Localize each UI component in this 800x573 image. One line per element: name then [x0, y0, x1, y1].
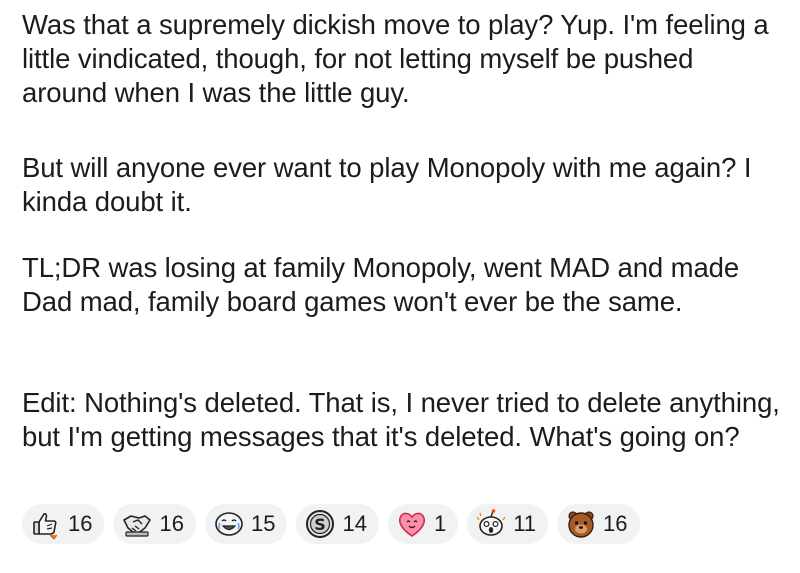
shocked-snoo-icon: [475, 508, 507, 540]
award-heart-face[interactable]: 1: [387, 504, 459, 544]
thumbs-up-rocket-icon: [30, 508, 62, 540]
award-handshake[interactable]: 16: [113, 504, 196, 544]
award-thumbs-up-rocket[interactable]: 16: [22, 504, 105, 544]
post-paragraph: Edit: Nothing's deleted. That is, I neve…: [22, 387, 780, 452]
award-count: 16: [159, 511, 184, 536]
award-count: 15: [250, 511, 276, 536]
awards-bar: 16 16 15 S 14 1 11 16: [22, 504, 640, 544]
bear-icon: [565, 508, 597, 540]
award-crying-laughing[interactable]: 15: [204, 504, 288, 544]
award-count: 1: [433, 511, 447, 536]
award-silver[interactable]: S 14: [296, 504, 379, 544]
crying-laughing-face-icon: [213, 508, 245, 540]
svg-text:S: S: [315, 515, 327, 534]
silver-coin-icon: S: [304, 508, 336, 540]
post-paragraph: TL;DR was losing at family Monopoly, wen…: [22, 252, 740, 317]
post-paragraph: Was that a supremely dickish move to pla…: [22, 9, 769, 108]
award-shocked-snoo[interactable]: 11: [467, 504, 549, 544]
award-count: 16: [603, 511, 628, 536]
award-count: 16: [68, 511, 93, 536]
award-count: 14: [342, 511, 367, 536]
heart-face-icon: [396, 508, 428, 540]
post-paragraph: But will anyone ever want to play Monopo…: [22, 152, 752, 217]
award-bear[interactable]: 16: [557, 504, 640, 544]
handshake-icon: [121, 508, 153, 540]
award-count: 11: [513, 511, 537, 536]
